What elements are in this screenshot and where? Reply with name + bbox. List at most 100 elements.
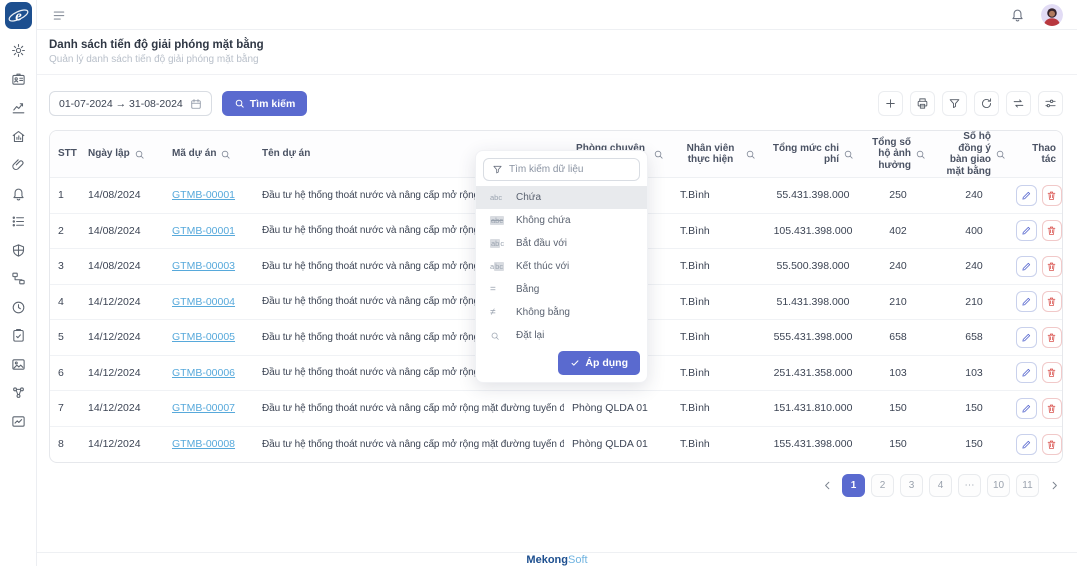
edit-row-button[interactable] bbox=[1016, 362, 1037, 383]
notification-bell-icon[interactable] bbox=[1010, 7, 1025, 22]
page-button-4[interactable]: 4 bbox=[929, 474, 952, 497]
date-range-picker[interactable]: 01-07-2024 → 31-08-2024 bbox=[49, 91, 212, 116]
apply-filter-button[interactable]: Áp dụng bbox=[558, 351, 640, 375]
project-code-link[interactable]: GTMB-00004 bbox=[172, 296, 235, 308]
settings-icon[interactable] bbox=[11, 43, 26, 58]
share-nodes-icon[interactable] bbox=[11, 385, 26, 400]
sync-button[interactable] bbox=[1006, 91, 1031, 116]
filter-option-label: Bắt đầu với bbox=[516, 238, 567, 249]
page-button-2[interactable]: 2 bbox=[871, 474, 894, 497]
column-header: Ngày lập bbox=[80, 131, 164, 178]
delete-row-button[interactable] bbox=[1042, 256, 1063, 277]
project-code-link[interactable]: GTMB-00008 bbox=[172, 438, 235, 450]
report-clipboard-icon[interactable] bbox=[11, 328, 26, 343]
export-button[interactable] bbox=[910, 91, 935, 116]
trash-icon bbox=[1046, 261, 1057, 272]
project-code-cell: GTMB-00003 bbox=[164, 249, 254, 285]
filter-option-contains[interactable]: abcChứa bbox=[476, 186, 647, 209]
filter-option-not-contains[interactable]: abcKhông chứa bbox=[476, 209, 647, 232]
hamburger-menu-icon[interactable] bbox=[51, 8, 67, 22]
affected-households-cell: 210 bbox=[862, 284, 934, 320]
notifications-icon[interactable] bbox=[11, 186, 26, 201]
affected-households-cell: 658 bbox=[862, 320, 934, 356]
project-code-link[interactable]: GTMB-00006 bbox=[172, 367, 235, 379]
page-ellipsis[interactable]: ⋯ bbox=[958, 474, 981, 497]
filter-option-not-equals[interactable]: ≠Không bằng bbox=[476, 301, 647, 324]
delete-row-button[interactable] bbox=[1042, 434, 1063, 455]
edit-row-button[interactable] bbox=[1016, 327, 1037, 348]
column-search-icon[interactable] bbox=[220, 149, 231, 160]
project-code-link[interactable]: GTMB-00001 bbox=[172, 225, 235, 237]
delete-row-button[interactable] bbox=[1042, 185, 1063, 206]
edit-row-button[interactable] bbox=[1016, 220, 1037, 241]
column-header: Tổng số hộ ảnh hưởng bbox=[862, 131, 934, 178]
filter-option-equals[interactable]: =Bằng bbox=[476, 278, 647, 301]
plus-button[interactable] bbox=[878, 91, 903, 116]
project-code-link[interactable]: GTMB-00003 bbox=[172, 260, 235, 272]
page-button-1[interactable]: 1 bbox=[842, 474, 865, 497]
delete-row-button[interactable] bbox=[1042, 362, 1063, 383]
column-label: Tổng số hộ ảnh hưởng bbox=[870, 137, 911, 172]
export-icon bbox=[916, 97, 929, 110]
image-gallery-icon[interactable] bbox=[11, 357, 26, 372]
column-header: Nhân viên thực hiện bbox=[672, 131, 764, 178]
edit-row-button[interactable] bbox=[1016, 256, 1037, 277]
project-code-link[interactable]: GTMB-00001 bbox=[172, 189, 235, 201]
delete-row-button[interactable] bbox=[1042, 398, 1063, 419]
filter-search-input[interactable] bbox=[509, 164, 631, 175]
delete-row-button[interactable] bbox=[1042, 291, 1063, 312]
column-label: Thao tác bbox=[1022, 143, 1056, 166]
pencil-icon bbox=[1021, 296, 1032, 307]
edit-row-button[interactable] bbox=[1016, 185, 1037, 206]
filter-button[interactable] bbox=[942, 91, 967, 116]
column-search-icon[interactable] bbox=[653, 149, 664, 160]
delete-row-button[interactable] bbox=[1042, 220, 1063, 241]
chart-trend-icon[interactable] bbox=[11, 100, 26, 115]
history-clock-icon[interactable] bbox=[11, 300, 26, 315]
page-button-10[interactable]: 10 bbox=[987, 474, 1010, 497]
project-code-cell: GTMB-00001 bbox=[164, 213, 254, 249]
filter-option-starts-with[interactable]: abcBắt đầu với bbox=[476, 232, 647, 255]
search-button[interactable]: Tìm kiếm bbox=[222, 91, 308, 116]
refresh-button[interactable] bbox=[974, 91, 999, 116]
security-shield-icon[interactable] bbox=[11, 243, 26, 258]
column-search-icon[interactable] bbox=[995, 149, 1006, 160]
agreed-households-cell: 210 bbox=[934, 284, 1014, 320]
task-list-icon[interactable] bbox=[11, 214, 26, 229]
column-search-icon[interactable] bbox=[745, 149, 756, 160]
filter-option-reset[interactable]: Đặt lại bbox=[476, 324, 647, 347]
project-name-cell: Đầu tư hệ thống thoát nước và nâng cấp m… bbox=[254, 426, 564, 462]
sliders-button[interactable] bbox=[1038, 91, 1063, 116]
edit-row-button[interactable] bbox=[1016, 434, 1037, 455]
user-avatar[interactable] bbox=[1041, 4, 1063, 26]
column-search-icon[interactable] bbox=[915, 149, 926, 160]
column-search-icon[interactable] bbox=[843, 149, 854, 160]
affected-households-cell: 150 bbox=[862, 426, 934, 462]
project-code-cell: GTMB-00008 bbox=[164, 426, 254, 462]
project-code-link[interactable]: GTMB-00007 bbox=[172, 402, 235, 414]
page-button-11[interactable]: 11 bbox=[1016, 474, 1039, 497]
id-card-icon[interactable] bbox=[11, 72, 26, 87]
edit-row-button[interactable] bbox=[1016, 291, 1037, 312]
filter-option-label: Không bằng bbox=[516, 307, 570, 318]
edit-row-button[interactable] bbox=[1016, 398, 1037, 419]
next-page-button[interactable] bbox=[1045, 476, 1063, 494]
project-code-cell: GTMB-00005 bbox=[164, 320, 254, 356]
filter-icon bbox=[948, 97, 961, 110]
page-button-3[interactable]: 3 bbox=[900, 474, 923, 497]
row-index-cell: 6 bbox=[50, 355, 80, 391]
column-search-icon[interactable] bbox=[134, 149, 145, 160]
attachment-icon[interactable] bbox=[11, 157, 26, 172]
workflow-icon[interactable] bbox=[11, 271, 26, 286]
filter-option-ends-with[interactable]: abcKết thúc với bbox=[476, 255, 647, 278]
prev-page-button[interactable] bbox=[818, 476, 836, 494]
delete-row-button[interactable] bbox=[1042, 327, 1063, 348]
media-chart-icon[interactable] bbox=[11, 414, 26, 429]
column-label: Tổng mức chi phí bbox=[772, 143, 839, 166]
agreed-households-cell: 400 bbox=[934, 213, 1014, 249]
row-index-cell: 1 bbox=[50, 178, 80, 214]
project-code-link[interactable]: GTMB-00005 bbox=[172, 331, 235, 343]
row-index-cell: 7 bbox=[50, 391, 80, 427]
agreed-households-cell: 240 bbox=[934, 178, 1014, 214]
home-stats-icon[interactable] bbox=[11, 129, 26, 144]
